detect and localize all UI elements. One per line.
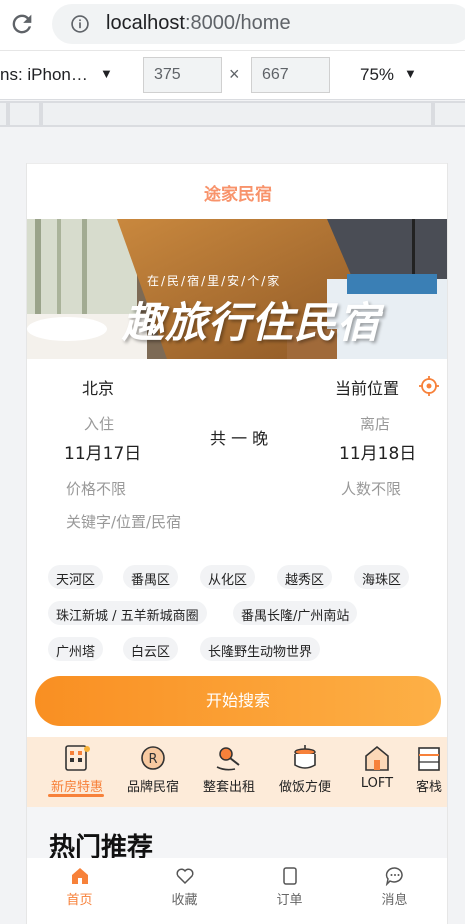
checkout-label: 离店 (360, 415, 391, 433)
order-icon (282, 867, 297, 885)
category-whole-rent[interactable]: 整套出租 (194, 737, 264, 807)
current-location-button[interactable]: 当前位置 (335, 375, 399, 399)
tab-messages[interactable]: 消息 (342, 858, 447, 914)
category-cooking[interactable]: 做饭方便 (270, 737, 340, 807)
phone-viewport: 途家民宿 在/民/宿/里/安/个/家 趣旅行住民宿 北京 当前位置 入住 11月… (26, 163, 448, 924)
width-input[interactable]: 375 (143, 57, 222, 93)
device-dropdown-icon[interactable]: ▼ (100, 66, 113, 81)
category-label: 新房特惠 (50, 780, 103, 795)
url-host: localhost (106, 12, 185, 34)
nights-count: 共 一 晚 (210, 429, 269, 448)
area-tag[interactable]: 番禺长隆/广州南站 (233, 601, 358, 625)
category-label: 做饭方便 (278, 780, 331, 795)
category-label: 整套出租 (202, 780, 255, 795)
device-toolbar: ns: iPhon… ▼ 375 × 667 75% ▼ (0, 50, 465, 100)
url-path: :8000/home (184, 12, 291, 34)
tab-label: 消息 (381, 893, 408, 908)
media-query-ruler (0, 101, 465, 127)
start-search-button[interactable]: 开始搜索 (35, 676, 441, 726)
price-filter[interactable]: 价格不限 (66, 478, 126, 499)
checkin-date[interactable]: 11月17日 (64, 439, 141, 464)
tab-home[interactable]: 首页 (27, 858, 132, 914)
app-title: 途家民宿 (204, 185, 272, 205)
banner[interactable]: 在/民/宿/里/安/个/家 趣旅行住民宿 (27, 219, 447, 359)
people-filter[interactable]: 人数不限 (341, 478, 401, 499)
active-category-indicator (48, 794, 104, 797)
tab-favorites[interactable]: 收藏 (132, 858, 237, 914)
inn-building-icon (418, 747, 440, 771)
app-header: 途家民宿 (27, 163, 447, 219)
area-tag[interactable]: 广州塔 (48, 637, 104, 661)
ruler-segment (0, 103, 6, 125)
device-select[interactable]: ns: iPhon… (0, 65, 88, 85)
tab-orders[interactable]: 订单 (237, 858, 342, 914)
ruler-segment (10, 103, 39, 125)
zoom-select[interactable]: 75% (360, 65, 394, 85)
keyword-input[interactable]: 关键字/位置/民宿 (66, 511, 181, 532)
category-brand[interactable]: R 品牌民宿 (118, 737, 188, 807)
area-tag[interactable]: 番禺区 (123, 565, 179, 589)
category-label: 品牌民宿 (126, 780, 179, 795)
zoom-dropdown-icon[interactable]: ▼ (404, 66, 417, 81)
reload-icon[interactable] (8, 10, 36, 38)
cooking-pot-icon (294, 745, 316, 769)
area-tag[interactable]: 白云区 (123, 637, 179, 661)
height-input[interactable]: 667 (251, 57, 330, 93)
loft-house-icon (365, 745, 389, 771)
url-text: localhost:8000/home (106, 12, 291, 35)
banner-headline: 趣旅行住民宿 (122, 298, 381, 347)
area-tag[interactable]: 越秀区 (277, 565, 333, 589)
category-label: 客栈 (415, 780, 442, 795)
tab-label: 收藏 (171, 893, 198, 908)
category-inn[interactable]: 客栈 (394, 737, 447, 807)
info-icon[interactable] (70, 14, 90, 34)
address-bar[interactable]: localhost:8000/home (52, 4, 465, 44)
ruler-segment (435, 103, 465, 125)
ruler-segment (43, 103, 431, 125)
area-tag[interactable]: 海珠区 (354, 565, 410, 589)
heart-icon (176, 868, 193, 885)
chat-icon (385, 867, 403, 886)
area-tag[interactable]: 珠江新城 / 五羊新城商圈 (48, 601, 207, 625)
home-icon (71, 868, 88, 884)
checkin-label: 入住 (84, 415, 115, 433)
banner-subtitle: 在/民/宿/里/安/个/家 (147, 274, 282, 288)
city-select[interactable]: 北京 (82, 375, 114, 399)
area-tag[interactable]: 从化区 (200, 565, 256, 589)
tab-label: 首页 (66, 893, 93, 908)
svg-text:R: R (148, 752, 157, 767)
size-separator: × (229, 64, 240, 84)
building-discount-icon (65, 745, 90, 771)
bottom-tabbar: 首页 收藏 订单 消息 (27, 858, 447, 924)
area-tag[interactable]: 长隆野生动物世界 (200, 637, 321, 661)
tab-label: 订单 (276, 893, 303, 908)
checkout-date[interactable]: 11月18日 (339, 439, 416, 464)
area-tag[interactable]: 天河区 (48, 565, 104, 589)
search-card: 北京 当前位置 入住 11月17日 共 一 晚 离店 11月18日 价格不限 人… (27, 359, 447, 737)
browser-toolbar: localhost:8000/home (0, 0, 465, 50)
locate-icon[interactable] (418, 375, 440, 397)
registered-badge-icon: R (141, 746, 165, 770)
key-hand-icon (216, 747, 240, 771)
